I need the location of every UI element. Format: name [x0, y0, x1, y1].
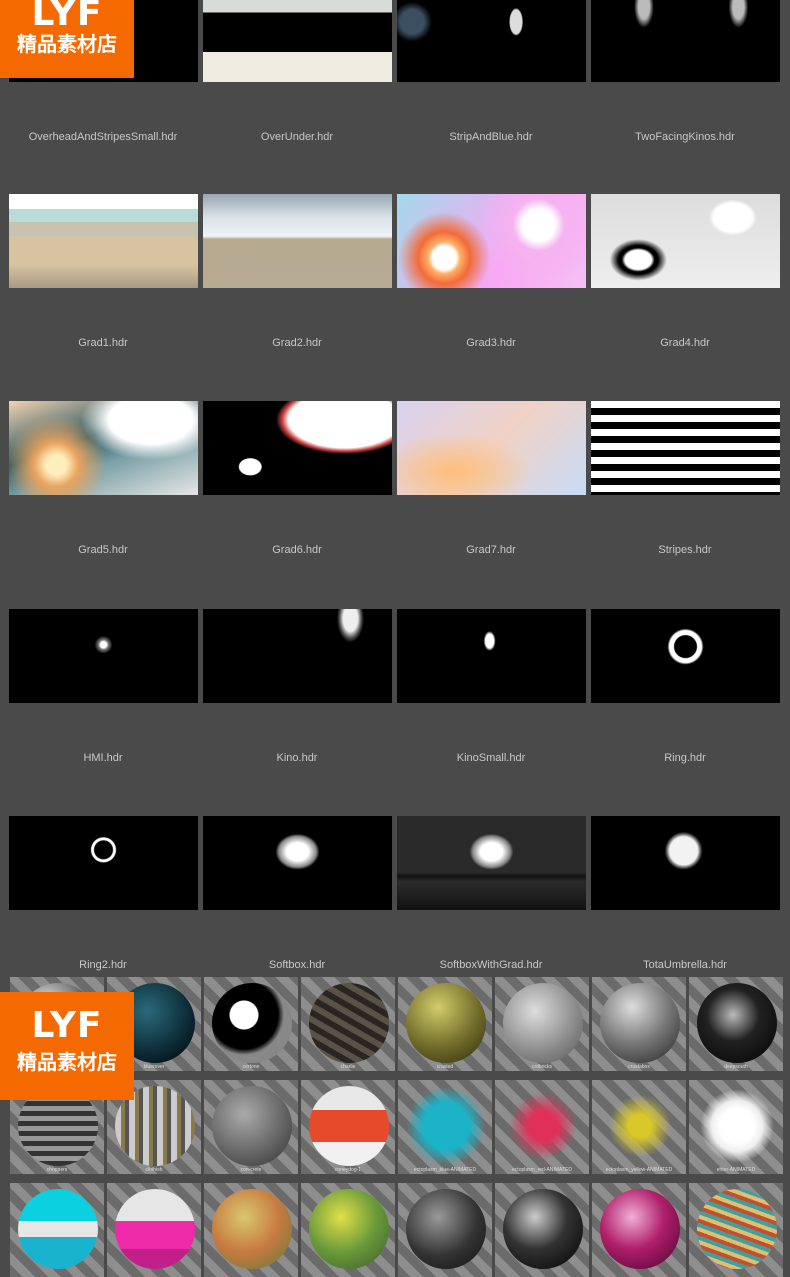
- material-tile[interactable]: [10, 1183, 104, 1277]
- material-tile[interactable]: [689, 1183, 783, 1277]
- material-sphere-preview: [600, 1189, 680, 1269]
- material-name-label: certone: [242, 1064, 260, 1070]
- material-sphere-preview: [309, 983, 389, 1063]
- hdri-thumbnail[interactable]: [9, 609, 198, 703]
- hdri-thumbnail[interactable]: [591, 609, 780, 703]
- hdri-filename-label: Grad4.hdr: [660, 337, 710, 349]
- hdri-filename-label: Softbox.hdr: [268, 959, 326, 971]
- hdri-thumbnail[interactable]: [9, 816, 198, 910]
- material-tile[interactable]: [301, 1183, 395, 1277]
- hdri-thumbnail[interactable]: [591, 816, 780, 910]
- material-tile[interactable]: [592, 1183, 686, 1277]
- material-tile[interactable]: ectoplasm_blue-ANIMATED: [398, 1080, 492, 1174]
- material-tile[interactable]: [495, 1183, 589, 1277]
- material-name-label: ectoplasm_yellow-ANIMATED: [605, 1167, 673, 1173]
- watermark-small: 精品素材店: [17, 1050, 117, 1074]
- material-sphere-preview: [406, 1086, 486, 1166]
- material-tile[interactable]: charlie: [301, 977, 395, 1071]
- watermark-big: LYF: [31, 0, 103, 34]
- material-sphere-preview: [309, 1086, 389, 1166]
- material-sphere-preview: [503, 983, 583, 1063]
- material-name-label: charlie: [340, 1064, 356, 1070]
- hdri-thumbnail[interactable]: [9, 401, 198, 495]
- material-tile[interactable]: [204, 1183, 298, 1277]
- material-tile[interactable]: ectoplasm_yellow-ANIMATED: [592, 1080, 686, 1174]
- material-sphere-preview: [406, 983, 486, 1063]
- material-tile[interactable]: ectoplasm_red-ANIMATED: [495, 1080, 589, 1174]
- hdri-thumb-over-under[interactable]: [203, 0, 392, 82]
- material-tile[interactable]: coneydog-1: [301, 1080, 395, 1174]
- hdri-thumbnail[interactable]: [9, 194, 198, 288]
- watermark-logo-bottom: LYF 精品素材店: [0, 992, 134, 1100]
- hdri-filename-label: Grad5.hdr: [78, 544, 128, 556]
- material-name-label: ehter-ANIMATED: [716, 1167, 756, 1173]
- hdri-thumbnail[interactable]: [397, 401, 586, 495]
- hdri-filename-label: Grad3.hdr: [466, 337, 516, 349]
- watermark-logo-top: LYF 精品素材店: [0, 0, 134, 78]
- hdri-filename-label: OverheadAndStripesSmall.hdr: [28, 131, 178, 143]
- material-tile[interactable]: [398, 1183, 492, 1277]
- material-sphere-preview: [212, 1189, 292, 1269]
- material-tile[interactable]: con-crete: [204, 1080, 298, 1174]
- material-sphere-preview: [212, 983, 292, 1063]
- material-sphere-preview: [212, 1086, 292, 1166]
- material-name-label: clothish: [145, 1167, 163, 1173]
- watermark-small: 精品素材店: [17, 32, 117, 56]
- hdri-thumbnail[interactable]: [203, 609, 392, 703]
- hdri-thumb-strip-and-blue[interactable]: [397, 0, 586, 82]
- material-tile[interactable]: certone: [204, 977, 298, 1071]
- material-name-label: deepsouth: [724, 1064, 748, 1070]
- hdri-thumbnail[interactable]: [397, 609, 586, 703]
- material-name-label: ectoplasm_red-ANIMATED: [512, 1167, 572, 1173]
- hdri-filename-label: SoftboxWithGrad.hdr: [439, 959, 543, 971]
- hdri-thumbnail[interactable]: [397, 816, 586, 910]
- hdri-filename-label: Ring.hdr: [664, 752, 706, 764]
- material-name-label: crasted: [436, 1064, 454, 1070]
- hdri-thumbnail[interactable]: [203, 816, 392, 910]
- material-sphere-preview: [115, 1189, 195, 1269]
- hdri-filename-label: Grad6.hdr: [272, 544, 322, 556]
- hdri-filename-label: Ring2.hdr: [79, 959, 127, 971]
- material-sphere-preview: [600, 983, 680, 1063]
- watermark-big: LYF: [31, 1005, 103, 1046]
- material-sphere-preview: [406, 1189, 486, 1269]
- material-sphere-preview: [697, 983, 777, 1063]
- hdri-filename-label: Grad1.hdr: [78, 337, 128, 349]
- material-name-label: crustabox: [628, 1064, 650, 1070]
- material-sphere-preview: [697, 1086, 777, 1166]
- hdri-filename-label: TwoFacingKinos.hdr: [635, 131, 735, 143]
- hdri-filename-label: TotaUmbrella.hdr: [643, 959, 727, 971]
- material-name-label: con-crete: [240, 1167, 262, 1173]
- hdri-thumbnail[interactable]: [591, 401, 780, 495]
- material-sphere-preview: [503, 1086, 583, 1166]
- hdri-thumb-two-facing-kinos[interactable]: [591, 0, 780, 82]
- hdri-filename-label: Grad7.hdr: [466, 544, 516, 556]
- hdri-filename-label: OverUnder.hdr: [260, 131, 334, 143]
- hdri-thumbnail[interactable]: [397, 194, 586, 288]
- material-sphere-preview: [18, 1189, 98, 1269]
- material-name-label: ectoplasm_blue-ANIMATED: [413, 1167, 477, 1173]
- hdri-filename-label: KinoSmall.hdr: [456, 752, 526, 764]
- hdri-filename-label: Stripes.hdr: [658, 544, 712, 556]
- material-name-label: choppers: [46, 1167, 68, 1173]
- material-tile[interactable]: [107, 1183, 201, 1277]
- hdri-thumbnail[interactable]: [203, 194, 392, 288]
- material-sphere-preview: [503, 1189, 583, 1269]
- hdri-filename-label: Grad2.hdr: [272, 337, 322, 349]
- material-sphere-preview: [309, 1189, 389, 1269]
- material-tile[interactable]: crdbricks: [495, 977, 589, 1071]
- material-tile[interactable]: deepsouth: [689, 977, 783, 1071]
- material-sphere-preview: [600, 1086, 680, 1166]
- hdri-filename-label: StripAndBlue.hdr: [449, 131, 533, 143]
- material-tile[interactable]: crustabox: [592, 977, 686, 1071]
- material-name-label: coneydog-1: [334, 1167, 362, 1173]
- material-sphere-preview: [697, 1189, 777, 1269]
- hdri-filename-label: Kino.hdr: [276, 752, 318, 764]
- material-tile[interactable]: crasted: [398, 977, 492, 1071]
- hdri-filename-label: HMI.hdr: [83, 752, 123, 764]
- material-name-label: crdbricks: [531, 1064, 552, 1070]
- material-tile[interactable]: ehter-ANIMATED: [689, 1080, 783, 1174]
- hdri-thumbnail[interactable]: [203, 401, 392, 495]
- hdri-thumbnail[interactable]: [591, 194, 780, 288]
